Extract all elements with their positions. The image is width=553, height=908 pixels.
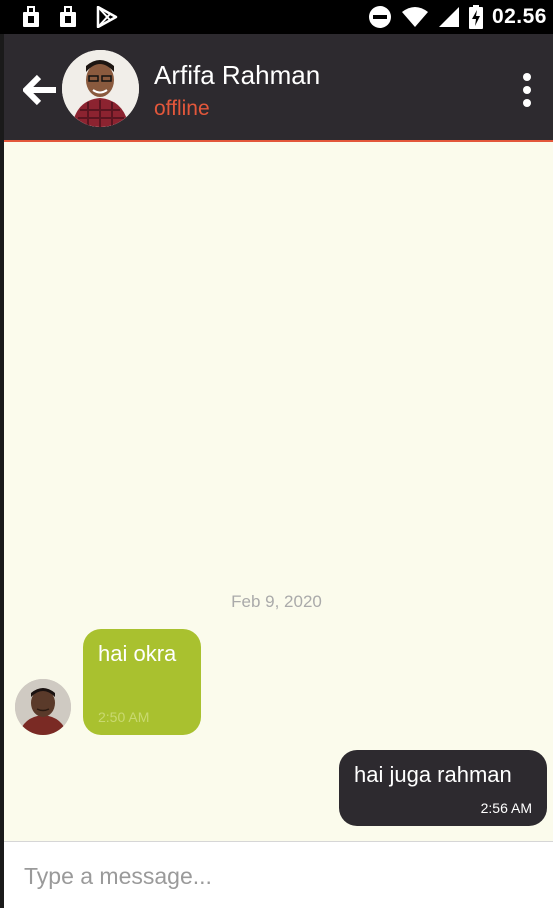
do-not-disturb-icon <box>368 6 391 28</box>
status-bar: 02.56 <box>0 0 553 34</box>
sender-photo <box>15 679 71 735</box>
contact-status: offline <box>154 97 210 120</box>
status-notification-icons <box>22 6 118 28</box>
message-input[interactable] <box>24 856 534 896</box>
play-store-icon <box>96 6 118 28</box>
back-button[interactable] <box>20 70 60 110</box>
wifi-icon <box>401 7 428 27</box>
message-time: 2:50 AM <box>98 709 150 725</box>
battery-charging-icon <box>468 5 483 29</box>
usb-bag-icon <box>23 6 39 27</box>
contact-avatar[interactable] <box>62 50 139 127</box>
status-system-icons: 02.56 <box>368 5 547 29</box>
arrow-left-icon <box>23 74 56 106</box>
chat-screen: 02.56 Arfifa Rahman offline Feb 9, 2020 … <box>0 0 553 908</box>
message-text: hai okra <box>98 641 177 666</box>
cell-signal-icon <box>438 7 459 27</box>
date-separator: Feb 9, 2020 <box>231 592 322 611</box>
message-time: 2:56 AM <box>480 800 532 816</box>
contact-name[interactable]: Arfifa Rahman <box>154 60 320 91</box>
more-vertical-icon <box>523 73 531 81</box>
chat-header: Arfifa Rahman offline <box>4 34 553 142</box>
screen-edge <box>0 34 4 908</box>
incoming-message-bubble[interactable]: hai okra 2:50 AM <box>83 629 201 735</box>
message-text: hai juga rahman <box>354 762 512 787</box>
outgoing-message-bubble[interactable]: hai juga rahman 2:56 AM <box>339 750 547 826</box>
status-time: 02.56 <box>491 5 547 28</box>
sender-avatar[interactable] <box>15 679 71 735</box>
contact-photo <box>62 50 139 127</box>
usb-bag-icon <box>60 6 76 27</box>
message-composer <box>4 841 553 908</box>
more-vertical-icon-dot <box>523 86 531 94</box>
more-options-button[interactable] <box>517 70 537 110</box>
more-vertical-icon-dot <box>523 99 531 107</box>
